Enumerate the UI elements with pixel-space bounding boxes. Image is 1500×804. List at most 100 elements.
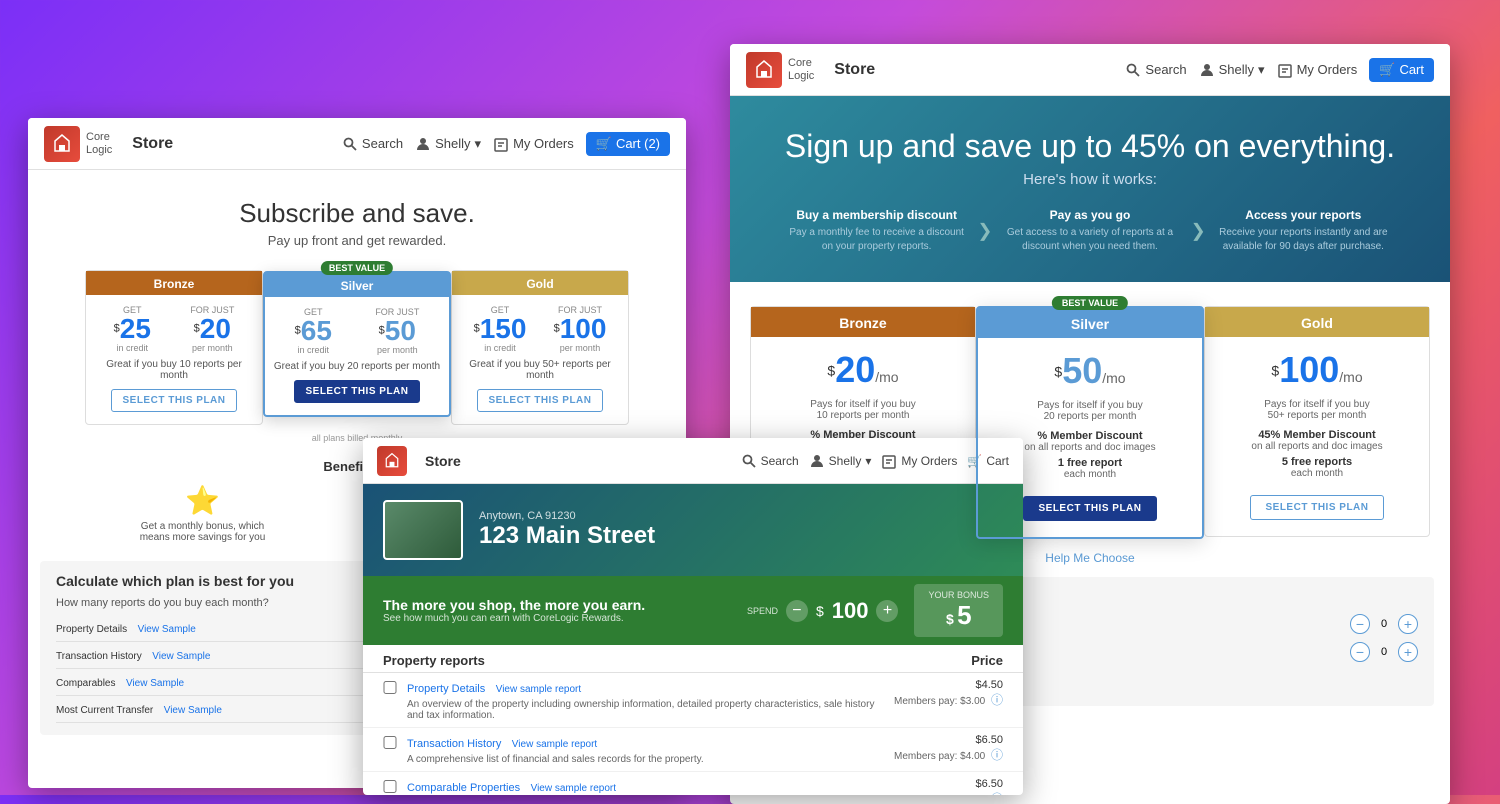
win2-gold-select-btn[interactable]: SELECT THIS PLAN <box>1250 495 1383 520</box>
win1-benefit-1: ⭐ Get a monthly bonus, which means more … <box>133 484 273 543</box>
win2-stepper-2-minus[interactable]: − <box>1350 642 1370 662</box>
win3-bonus-val: 5 <box>957 600 971 630</box>
win1-hero-subtitle: Pay up front and get rewarded. <box>48 233 666 248</box>
win3-bonus-dollar: $ <box>946 611 954 627</box>
win2-hero: Sign up and save up to 45% on everything… <box>730 96 1450 282</box>
win3-row-2-info[interactable]: ⓘ <box>991 748 1003 762</box>
win2-stepper-1-val: 0 <box>1376 618 1392 630</box>
win3-row-2-link[interactable]: View sample report <box>512 739 597 750</box>
win3-row-3-price: $6.50 Members pay: $5.00 ⓘ <box>894 778 1003 795</box>
win1-orders-btn[interactable]: My Orders <box>493 136 574 152</box>
win3-row-1: Property Details View sample report An o… <box>363 673 1023 728</box>
win2-step-1-title: Buy a membership discount <box>784 208 969 222</box>
win1-cart-label: Cart (2) <box>616 136 660 151</box>
win3-row-1-desc: An overview of the property including ow… <box>407 699 884 721</box>
window-property: Store Search Shelly ▾ My Orders 🛒 Cart A… <box>363 438 1023 795</box>
win1-calc-row-4-link[interactable]: View Sample <box>164 705 222 716</box>
win2-silver-select-btn[interactable]: SELECT THIS PLAN <box>1023 496 1156 521</box>
win2-step-3: Access your reports Receive your reports… <box>1197 208 1410 254</box>
win2-plan-gold: Gold $100/mo Pays for itself if you buy5… <box>1204 306 1430 537</box>
win3-row-3-link[interactable]: View sample report <box>531 783 616 794</box>
win2-user-label: Shelly <box>1219 62 1254 77</box>
win2-orders-btn[interactable]: My Orders <box>1277 62 1358 78</box>
win1-bronze-cost-unit: per month <box>190 343 234 353</box>
win2-plan-silver-price: $50/mo <box>978 338 1202 396</box>
win1-orders-label: My Orders <box>513 136 574 151</box>
win2-silver-desc: Pays for itself if you buy20 reports per… <box>990 400 1190 422</box>
win2-bronze-amount: 20 <box>835 349 875 390</box>
win1-plan-gold: Gold GET $150 in credit FOR JUST $100 pe… <box>451 270 629 425</box>
win1-calc-row-2-label: Transaction History <box>56 651 142 662</box>
win3-row-1-price: $4.50 Members pay: $3.00 ⓘ <box>894 679 1003 708</box>
win2-gold-discount: 45% Member Discount <box>1215 429 1419 441</box>
win2-cart-label: Cart <box>1399 62 1424 77</box>
win3-table-header: Property reports Price <box>363 645 1023 673</box>
win3-address-block: Anytown, CA 91230 123 Main Street <box>479 510 655 550</box>
win3-spend-minus[interactable]: − <box>786 600 808 622</box>
win2-plan-gold-header: Gold <box>1205 307 1429 337</box>
win3-orders-label: My Orders <box>901 454 957 468</box>
win1-search-label: Search <box>362 136 403 151</box>
win3-orders-btn[interactable]: My Orders <box>881 453 957 469</box>
win1-calc-row-3-link[interactable]: View Sample <box>126 678 184 689</box>
win1-gold-select-btn[interactable]: SELECT THIS PLAN <box>477 389 602 412</box>
win3-earn-bar: The more you shop, the more you earn. Se… <box>363 576 1023 645</box>
win3-row-3-check[interactable] <box>383 780 397 793</box>
win1-cart-btn[interactable]: 🛒 Cart (2) <box>586 132 670 156</box>
win2-silver-best-value: BEST VALUE <box>1052 296 1128 310</box>
win2-logo: CoreLogic <box>746 52 814 88</box>
win3-row-1-info[interactable]: ⓘ <box>991 693 1003 707</box>
win3-header-price: Price <box>971 653 1003 668</box>
win1-bronze-cost: 20 <box>200 313 231 344</box>
win3-spend-plus[interactable]: + <box>876 600 898 622</box>
win1-store-label: Store <box>132 135 173 153</box>
win2-steps: Buy a membership discount Pay a monthly … <box>770 208 1410 254</box>
win2-plan-gold-price: $100/mo <box>1205 337 1429 395</box>
win2-gold-amount: 100 <box>1279 349 1339 390</box>
win1-calc-row-1-link[interactable]: View Sample <box>138 624 196 635</box>
win2-plan-silver-header: Silver <box>978 308 1202 338</box>
win1-silver-cost: 50 <box>385 315 416 346</box>
win3-row-1-link[interactable]: View sample report <box>496 684 581 695</box>
win2-step-3-title: Access your reports <box>1211 208 1396 222</box>
win3-row-2-check[interactable] <box>383 736 397 749</box>
win1-calc-row-4-label: Most Current Transfer <box>56 705 153 716</box>
win2-stepper-2-plus[interactable]: + <box>1398 642 1418 662</box>
win3-logo-box <box>377 446 407 476</box>
win3-earn-title: The more you shop, the more you earn. <box>383 597 731 613</box>
win2-stepper-1-plus[interactable]: + <box>1398 614 1418 634</box>
win1-benefit-1-text: Get a monthly bonus, which means more sa… <box>133 521 273 543</box>
win3-row-2: Transaction History View sample report A… <box>363 728 1023 772</box>
win1-bronze-header: Bronze <box>86 271 262 295</box>
win1-bronze-get: 25 <box>120 313 151 344</box>
win2-logo-box <box>746 52 782 88</box>
win1-search-btn[interactable]: Search <box>342 136 403 152</box>
win3-row-2-title: Transaction History <box>407 738 501 750</box>
win3-property-image <box>383 500 463 560</box>
win2-stepper-1-minus[interactable]: − <box>1350 614 1370 634</box>
win2-search-btn[interactable]: Search <box>1125 62 1186 78</box>
win1-user-label: Shelly <box>435 136 470 151</box>
win2-user-btn[interactable]: Shelly ▾ <box>1199 62 1265 78</box>
win3-user-caret: ▾ <box>865 454 871 468</box>
win1-calc-row-2-link[interactable]: View Sample <box>152 651 210 662</box>
win1-user-btn[interactable]: Shelly ▾ <box>415 136 481 152</box>
win1-hero: Subscribe and save. Pay up front and get… <box>28 170 686 264</box>
win2-cart-btn[interactable]: 🛒 Cart <box>1369 58 1434 82</box>
win3-row-3-title: Comparable Properties <box>407 782 520 794</box>
win1-bronze-select-btn[interactable]: SELECT THIS PLAN <box>111 389 236 412</box>
win3-logo <box>377 446 407 476</box>
win3-navbar: Store Search Shelly ▾ My Orders 🛒 Cart <box>363 438 1023 484</box>
win1-silver-get: 65 <box>301 315 332 346</box>
win3-user-btn[interactable]: Shelly ▾ <box>809 453 872 469</box>
win3-spend-dollar: $ <box>816 603 824 619</box>
win3-row-2-price: $6.50 Members pay: $4.00 ⓘ <box>894 734 1003 763</box>
win1-gold-header: Gold <box>452 271 628 295</box>
win3-row-1-check[interactable] <box>383 681 397 694</box>
win3-search-btn[interactable]: Search <box>741 453 799 469</box>
win2-step-2-desc: Get access to a variety of reports at a … <box>997 226 1182 254</box>
win3-city-state: Anytown, CA 91230 <box>479 510 655 522</box>
win2-step-2: Pay as you go Get access to a variety of… <box>983 208 1196 254</box>
win1-silver-select-btn[interactable]: SELECT THIS PLAN <box>294 380 419 403</box>
win3-row-3: Comparable Properties View sample report… <box>363 772 1023 795</box>
